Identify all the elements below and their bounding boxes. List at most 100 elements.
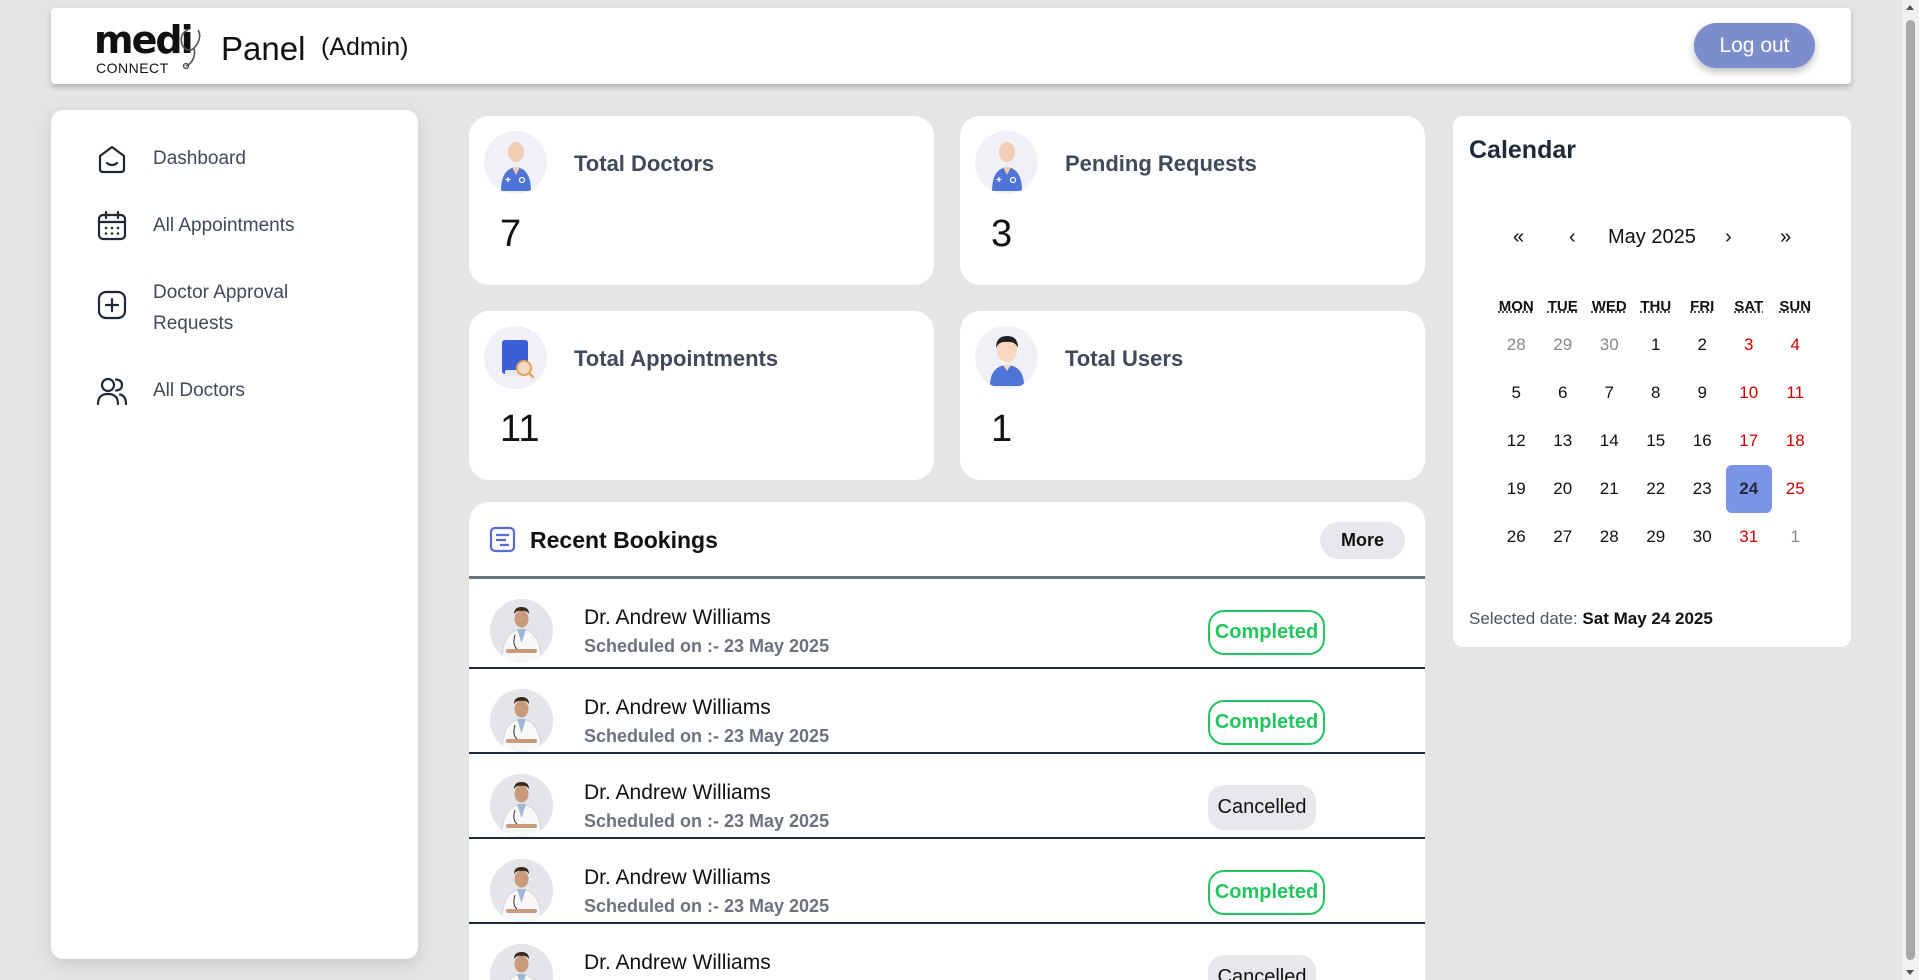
stat-title: Total Appointments (574, 346, 779, 371)
top-header: medi CONNECT Panel (Admin) Log out (51, 8, 1851, 84)
status-badge: Completed (1208, 700, 1325, 745)
doctor-avatar (490, 689, 553, 752)
calendar-day[interactable]: 30 (1586, 321, 1633, 369)
calendar-day[interactable]: 6 (1540, 369, 1587, 417)
booking-date: Scheduled on :- 23 May 2025 (584, 636, 830, 656)
scroll-up-arrow-icon[interactable] (1906, 5, 1914, 10)
calendar-day[interactable]: 31 (1726, 513, 1773, 561)
calendar-day[interactable]: 4 (1772, 321, 1819, 369)
selected-date: Selected date: Sat May 24 2025 (1469, 609, 1713, 629)
calendar-day[interactable]: 17 (1726, 417, 1773, 465)
bookings-icon (489, 526, 516, 553)
booking-date: Scheduled on :- 23 May 2025 (584, 726, 830, 746)
calendar-week: 26 27 28 29 30 31 1 (1493, 513, 1819, 561)
sidebar-item-all-doctors[interactable]: All Doctors (95, 374, 245, 408)
stat-title: Total Users (1065, 346, 1184, 371)
calendar-day[interactable]: 13 (1540, 417, 1587, 465)
calendar-day[interactable]: 28 (1493, 321, 1540, 369)
sidebar-item-label: All Doctors (153, 380, 245, 401)
calendar-day[interactable]: 1 (1772, 513, 1819, 561)
next-year-button[interactable]: » (1780, 226, 1791, 249)
doctor-name: Dr. Andrew Williams (584, 951, 771, 974)
stat-title: Total Doctors (574, 151, 715, 176)
booking-row[interactable]: Dr. Andrew Williams Scheduled on :- 23 Ma… (469, 839, 1425, 924)
calendar-day[interactable]: 1 (1633, 321, 1680, 369)
logout-button[interactable]: Log out (1694, 23, 1815, 68)
calendar-day[interactable]: 10 (1726, 369, 1773, 417)
logo-panel-text: Panel (221, 30, 306, 67)
calendar-day[interactable]: 12 (1493, 417, 1540, 465)
selected-date-label: Selected date: (1469, 609, 1583, 628)
home-icon (98, 145, 126, 174)
page-scrollbar[interactable] (1902, 0, 1919, 980)
calendar-day[interactable]: 20 (1540, 465, 1587, 513)
month-label-button[interactable]: May 2025 (1608, 226, 1696, 249)
doctor-name: Dr. Andrew Williams (584, 696, 771, 719)
booking-row[interactable]: Dr. Andrew Williams Scheduled on :- 23 Ma… (469, 754, 1425, 839)
weekday-label: WED (1591, 297, 1627, 315)
calendar-day[interactable]: 18 (1772, 417, 1819, 465)
sidebar-item-doctor-approval-requests[interactable]: Doctor Approval Requests (95, 276, 325, 339)
calendar-day[interactable]: 3 (1726, 321, 1773, 369)
calendar-day[interactable]: 14 (1586, 417, 1633, 465)
calendar-day[interactable]: 29 (1540, 321, 1587, 369)
calendar-day[interactable]: 28 (1586, 513, 1633, 561)
calendar-day[interactable]: 30 (1679, 513, 1726, 561)
calendar-day[interactable]: 2 (1679, 321, 1726, 369)
calendar-day[interactable]: 25 (1772, 465, 1819, 513)
stat-card-total-users: Total Users 1 (960, 311, 1425, 480)
more-button[interactable]: More (1320, 522, 1405, 559)
weekday-label: MON (1498, 297, 1534, 315)
calendar-day[interactable]: 26 (1493, 513, 1540, 561)
plus-square-icon (97, 290, 127, 320)
calendar-day[interactable]: 22 (1633, 465, 1680, 513)
stat-value: 11 (500, 408, 540, 450)
calendar-day[interactable]: 23 (1679, 465, 1726, 513)
calendar-days: 28 29 30 1 2 3 4 5 6 7 8 9 10 11 12 13 14 15 16 17 18 19 20 21 2… (1493, 321, 1819, 561)
calendar-day[interactable]: 19 (1493, 465, 1540, 513)
weekday-label: THU (1640, 297, 1672, 315)
sidebar: Dashboard All Appointments Doctor Approv… (51, 110, 418, 959)
calendar-week: 19 20 21 22 23 24 25 (1493, 465, 1819, 513)
booking-row[interactable]: Dr. Andrew Williams Scheduled on :- 23 Ma… (469, 669, 1425, 754)
next-month-button[interactable]: › (1725, 226, 1732, 249)
booking-row[interactable]: Dr. Andrew Williams Scheduled on :- 23 Ma… (469, 579, 1425, 669)
calendar-day[interactable]: 9 (1679, 369, 1726, 417)
scroll-down-arrow-icon[interactable] (1906, 970, 1914, 975)
recent-bookings-panel: Recent Bookings More Dr. Andrew Williams… (469, 502, 1425, 980)
calendar-week: 28 29 30 1 2 3 4 (1493, 321, 1819, 369)
calendar-day[interactable]: 8 (1633, 369, 1680, 417)
calendar-day[interactable]: 5 (1493, 369, 1540, 417)
app-logo[interactable]: medi CONNECT Panel (94, 16, 324, 78)
calendar-week: 12 13 14 15 16 17 18 (1493, 417, 1819, 465)
booking-date: Scheduled on :- 23 May 2025 (584, 811, 830, 831)
sidebar-item-all-appointments[interactable]: All Appointments (95, 209, 295, 243)
appointment-book-icon (484, 326, 547, 389)
booking-row[interactable]: Dr. Andrew Williams Cancelled (469, 924, 1425, 980)
prev-year-button[interactable]: « (1513, 226, 1524, 249)
doctor-avatar-icon (975, 131, 1038, 194)
calendar-day[interactable]: 21 (1586, 465, 1633, 513)
user-avatar-icon (975, 326, 1038, 389)
status-badge: Completed (1208, 610, 1325, 655)
calendar-day[interactable]: 29 (1633, 513, 1680, 561)
calendar-day[interactable]: 15 (1633, 417, 1680, 465)
calendar-day[interactable]: 7 (1586, 369, 1633, 417)
sidebar-item-label: All Appointments (153, 215, 295, 236)
selected-date-value: Sat May 24 2025 (1582, 609, 1713, 628)
calendar-day[interactable]: 27 (1540, 513, 1587, 561)
doctor-name: Dr. Andrew Williams (584, 781, 771, 804)
weekday-label: FRI (1690, 297, 1715, 315)
doctor-avatar (490, 599, 553, 662)
status-badge: Cancelled (1208, 785, 1316, 830)
calendar-day[interactable]: 16 (1679, 417, 1726, 465)
doctor-name: Dr. Andrew Williams (584, 866, 771, 889)
calendar-day[interactable]: 11 (1772, 369, 1819, 417)
scrollbar-thumb[interactable] (1906, 20, 1915, 960)
prev-month-button[interactable]: ‹ (1569, 226, 1576, 249)
sidebar-item-label: Dashboard (153, 148, 246, 169)
recent-bookings-title: Recent Bookings (530, 527, 718, 553)
calendar-day[interactable]: 24 (1725, 465, 1772, 513)
weekday-header: MON TUE WED THU FRI SAT SUN (1493, 291, 1819, 321)
sidebar-item-dashboard[interactable]: Dashboard (95, 142, 246, 176)
